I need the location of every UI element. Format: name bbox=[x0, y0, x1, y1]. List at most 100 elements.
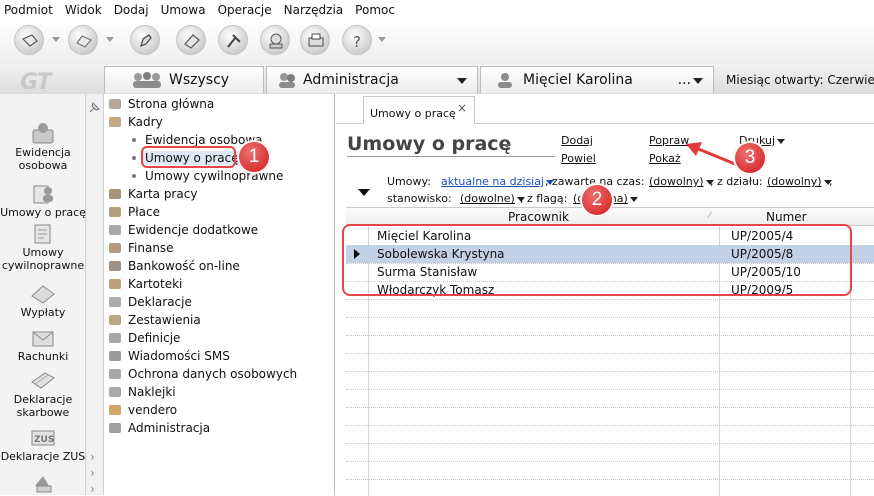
sidebar-item-ewidencja[interactable]: Ewidencja osobowa bbox=[0, 122, 86, 172]
back-dropdown-caret[interactable] bbox=[52, 37, 60, 42]
tab-wszyscy[interactable]: Wszyscy bbox=[104, 66, 264, 93]
stamp-icon bbox=[269, 33, 283, 49]
title-underline bbox=[347, 156, 555, 157]
forward-button[interactable] bbox=[68, 25, 98, 55]
forward-icon bbox=[76, 35, 92, 48]
menu-operacje[interactable]: Operacje bbox=[212, 3, 278, 17]
sidebar-item-deklaracje-skarbowe[interactable]: Deklaracje skarbowe bbox=[0, 369, 86, 419]
help-dropdown-caret[interactable] bbox=[378, 37, 386, 42]
tree-item-strona-główna[interactable]: Strona główna bbox=[108, 95, 214, 113]
tree-item-naklejki[interactable]: Naklejki bbox=[108, 383, 176, 401]
sidebar-splitter[interactable]: › › › bbox=[86, 94, 104, 496]
title-dropdown-caret[interactable] bbox=[503, 144, 511, 148]
sidebar-item-umowy-o-prace[interactable]: Umowy o pracę bbox=[0, 182, 86, 219]
filter-expand-toggle[interactable] bbox=[358, 189, 370, 196]
tree-item-vendero[interactable]: vendero bbox=[108, 401, 177, 419]
tree-item-label: Ochrona danych osobowych bbox=[128, 367, 298, 381]
column-header-numer[interactable]: Numer bbox=[766, 210, 807, 224]
menu-pomoc[interactable]: Pomoc bbox=[349, 3, 401, 17]
pin-icon[interactable] bbox=[88, 100, 102, 114]
chevron-right-icon[interactable]: › bbox=[90, 482, 95, 496]
sidebar-item-umowy-cywilnoprawne[interactable]: Umowy cywilnoprawne bbox=[0, 222, 86, 272]
grid-row-line bbox=[346, 299, 874, 300]
tree-item-bankowość-on-line[interactable]: Bankowość on-line bbox=[108, 257, 240, 275]
tree-item-label: Wiadomości SMS bbox=[128, 349, 230, 363]
column-resize-icon[interactable]: ⁄ bbox=[709, 211, 711, 221]
back-button[interactable] bbox=[14, 25, 44, 55]
pokaz-link[interactable]: Pokaż bbox=[649, 152, 681, 165]
help-icon: ? bbox=[353, 33, 361, 51]
filter-dzial-value[interactable]: (dowolny) bbox=[767, 175, 832, 188]
close-icon[interactable]: × bbox=[457, 101, 467, 115]
tree-item-wiadomości-sms[interactable]: Wiadomości SMS bbox=[108, 347, 230, 365]
sidebar-item-sms[interactable] bbox=[0, 472, 86, 496]
admin-icon bbox=[109, 423, 121, 433]
grid-row-line bbox=[346, 389, 874, 390]
drukuj-caret bbox=[777, 138, 786, 144]
tax-declaration-icon bbox=[31, 372, 55, 389]
tree-item-label: Naklejki bbox=[128, 385, 176, 399]
sidebar-item-deklaracje-zus[interactable]: ZUS Deklaracje ZUS bbox=[0, 426, 86, 463]
sms-icon bbox=[35, 476, 52, 493]
document-tab-umowy-o-prace[interactable]: Umowy o pracę × bbox=[363, 96, 475, 124]
tree-item-ewidencje-dodatkowe[interactable]: Ewidencje dodatkowe bbox=[108, 221, 258, 239]
report-icon bbox=[109, 315, 121, 325]
edit-button[interactable] bbox=[130, 25, 160, 55]
tree-item-płace[interactable]: Płace bbox=[108, 203, 160, 221]
column-header-pracownik[interactable]: Pracownik bbox=[508, 210, 569, 224]
tab-employee[interactable]: Mięciel Karolina ... bbox=[480, 66, 714, 93]
powiel-link[interactable]: Powiel bbox=[561, 152, 596, 165]
forward-dropdown-caret[interactable] bbox=[106, 37, 114, 42]
dodaj-link[interactable]: Dodaj bbox=[561, 134, 593, 147]
filter-stanowisko-value[interactable]: (dowolne) bbox=[460, 192, 525, 205]
tree-item-label: vendero bbox=[128, 403, 178, 417]
tree-item-zestawienia[interactable]: Zestawienia bbox=[108, 311, 201, 329]
sidebar-item-label: Wypłaty bbox=[20, 306, 66, 319]
page-title[interactable]: Umowy o pracę bbox=[347, 133, 511, 155]
filter-comma: , bbox=[829, 175, 833, 188]
tab-administracja[interactable]: Administracja bbox=[266, 66, 478, 93]
filter-umowy-value[interactable]: aktualne na dzisiaj bbox=[441, 175, 555, 188]
menu-podmiot[interactable]: Podmiot bbox=[0, 3, 59, 17]
menu-narzedzia[interactable]: Narzędzia bbox=[278, 3, 350, 17]
menu-umowa[interactable]: Umowa bbox=[155, 3, 212, 17]
grid-row-line bbox=[346, 353, 874, 354]
tools-button[interactable] bbox=[218, 25, 248, 55]
print-button[interactable] bbox=[300, 25, 330, 55]
stamp-button[interactable] bbox=[260, 25, 290, 55]
cards-icon bbox=[109, 279, 121, 289]
tree-item-kadry[interactable]: Kadry bbox=[108, 113, 163, 131]
money-icon bbox=[109, 207, 121, 217]
tree-item-definicje[interactable]: Definicje bbox=[108, 329, 180, 347]
sidebar-item-wyplaty[interactable]: Wypłaty bbox=[0, 282, 86, 319]
tree-item-ochrona-danych-osobowych[interactable]: Ochrona danych osobowych bbox=[108, 365, 297, 383]
tree-item-administracja[interactable]: Administracja bbox=[108, 419, 210, 437]
chevron-right-icon[interactable]: › bbox=[90, 466, 95, 480]
sidebar-item-label: Umowy o pracę bbox=[0, 206, 86, 219]
menu-dodaj[interactable]: Dodaj bbox=[108, 3, 155, 17]
tree-item-label: Zestawienia bbox=[128, 313, 201, 327]
tab-employee-caret[interactable] bbox=[693, 78, 703, 84]
declaration-icon bbox=[109, 297, 121, 307]
tab-administracja-caret[interactable] bbox=[457, 78, 467, 84]
chevron-right-icon[interactable]: › bbox=[90, 450, 95, 464]
annotation-badge-3: 3 bbox=[733, 141, 767, 175]
group-icon bbox=[133, 72, 161, 88]
grid-row-line bbox=[346, 317, 874, 318]
sidebar-item-rachunki[interactable]: Rachunki bbox=[0, 326, 86, 363]
bullet-icon bbox=[132, 138, 136, 142]
tree-item-label: Definicje bbox=[128, 331, 181, 345]
menu-widok[interactable]: Widok bbox=[59, 3, 108, 17]
svg-text:ZUS: ZUS bbox=[34, 435, 54, 445]
sidebar-item-label: Deklaracje skarbowe bbox=[13, 393, 73, 419]
tab-employee-more[interactable]: ... bbox=[678, 72, 691, 88]
tree-item-finanse[interactable]: Finanse bbox=[108, 239, 174, 257]
tree-item-kartoteki[interactable]: Kartoteki bbox=[108, 275, 182, 293]
help-button[interactable]: ? bbox=[342, 25, 372, 55]
tree-item-deklaracje[interactable]: Deklaracje bbox=[108, 293, 192, 311]
eraser-button[interactable] bbox=[176, 25, 206, 55]
tree-item-label: Bankowość on-line bbox=[128, 259, 240, 273]
tree-item-karta-pracy[interactable]: Karta pracy bbox=[108, 185, 197, 203]
annotation-badge-1: 1 bbox=[237, 140, 271, 174]
tree-item-label: Kadry bbox=[128, 115, 163, 129]
